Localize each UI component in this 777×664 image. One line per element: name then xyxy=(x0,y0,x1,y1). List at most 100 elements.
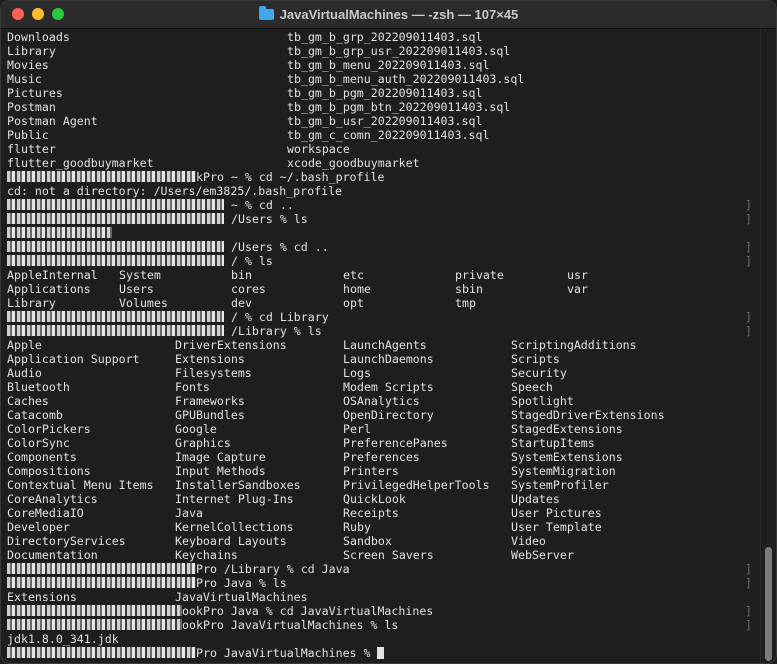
terminal-text: Users xyxy=(119,282,154,296)
terminal-line xyxy=(7,226,754,240)
terminal-line: Movies tb_gm_b_menu_202209011403.sql xyxy=(7,58,754,72)
redacted-prompt xyxy=(7,199,224,210)
terminal-text: Components xyxy=(7,450,77,464)
terminal-text: DirectoryServices xyxy=(7,534,126,548)
terminal-text: Ruby xyxy=(343,520,371,534)
terminal-text: tb_gm_b_usr_202209011403.sql xyxy=(287,114,483,128)
terminal-window: JavaVirtualMachines — -zsh — 107×45 Down… xyxy=(0,0,777,664)
terminal-text: Developer xyxy=(7,520,70,534)
terminal-text: Sandbox xyxy=(343,534,392,548)
terminal-line: Catacomb GPUBundles OpenDirectory StagedDri… xyxy=(7,408,754,422)
terminal-text: PrivilegedHelperTools xyxy=(343,478,490,492)
terminal-line: flutter_goodbuymarket xcode_goodbuymarket xyxy=(7,156,754,170)
terminal-text: Logs xyxy=(343,366,371,380)
command-text: Pro /Library % cd Java xyxy=(196,562,350,576)
terminal-line: ColorSync Graphics PreferencePanes StartupI… xyxy=(7,436,754,450)
command-text: /Users % cd .. xyxy=(224,240,329,254)
terminal-text: Preferences xyxy=(343,450,420,464)
terminal-text: Apple xyxy=(7,338,42,352)
terminal-text: OpenDirectory xyxy=(343,408,434,422)
mark-bracket-icon: ] xyxy=(745,562,752,576)
redacted-prompt xyxy=(7,325,224,336)
terminal-line: Application Support Extensions LaunchDaemo… xyxy=(7,352,754,366)
terminal-text: Screen Savers xyxy=(343,548,434,562)
terminal-text: Audio xyxy=(7,366,42,380)
terminal-text: Pictures xyxy=(7,86,63,100)
terminal-text: bin xyxy=(231,268,252,282)
terminal-text: Postman Agent xyxy=(7,114,98,128)
terminal-line: cd: not a directory: /Users/em3825/.bash… xyxy=(7,184,754,198)
terminal-line: Postman Agent tb_gm_b_usr_202209011403.sq… xyxy=(7,114,754,128)
terminal-text: tb_gm_c_comn_202209011403.sql xyxy=(287,128,490,142)
terminal-line: Library Volumes dev opt tmp xyxy=(7,296,754,310)
terminal-text: tb_gm_b_pgm_202209011403.sql xyxy=(287,86,483,100)
mark-bracket-icon: ] xyxy=(745,198,752,212)
terminal-text: SystemProfiler xyxy=(511,478,609,492)
terminal-text: LaunchAgents xyxy=(343,338,427,352)
terminal-text: Video xyxy=(511,534,546,548)
terminal-text: WebServer xyxy=(511,548,574,562)
terminal-text: Frameworks xyxy=(175,394,245,408)
terminal-line: ColorPickers Google Perl StagedExtensions xyxy=(7,422,754,436)
terminal-line: ookPro JavaVirtualMachines % ls] xyxy=(7,618,754,632)
scrollbar-thumb[interactable] xyxy=(765,547,772,661)
terminal-line: Developer KernelCollections Ruby User Templ… xyxy=(7,520,754,534)
terminal-text: Library xyxy=(7,44,56,58)
command-text: ookPro Java % cd JavaVirtualMachines xyxy=(182,604,434,618)
terminal-text: Spotlight xyxy=(511,394,574,408)
terminal-text: flutter xyxy=(7,142,56,156)
terminal-text: Filesystems xyxy=(175,366,252,380)
terminal-text: tmp xyxy=(455,296,476,310)
vertical-scrollbar[interactable] xyxy=(760,29,776,663)
terminal-line: flutter workspace xyxy=(7,142,754,156)
terminal-text: Graphics xyxy=(175,436,231,450)
terminal-text: Applications xyxy=(7,282,91,296)
terminal-text: sbin xyxy=(455,282,483,296)
terminal-text: User Pictures xyxy=(511,506,602,520)
title-bar: JavaVirtualMachines — -zsh — 107×45 xyxy=(1,1,776,29)
mark-bracket-icon: ] xyxy=(745,212,752,226)
terminal-text: Google xyxy=(175,422,217,436)
terminal-text: jdk1.8.0_341.jdk xyxy=(7,632,119,646)
terminal-text: Music xyxy=(7,72,42,86)
terminal-line: Extensions JavaVirtualMachines xyxy=(7,590,754,604)
terminal-text: Movies xyxy=(7,58,49,72)
mark-bracket-icon: ] xyxy=(745,604,752,618)
terminal-line: kPro ~ % cd ~/.bash_profile xyxy=(7,170,754,184)
terminal-line: Pro JavaVirtualMachines % xyxy=(7,646,754,660)
terminal-line: AppleInternal System bin etc private usr xyxy=(7,268,754,282)
terminal-text: Fonts xyxy=(175,380,210,394)
redacted-prompt xyxy=(7,241,224,252)
terminal-text: SystemMigration xyxy=(511,464,616,478)
terminal-output[interactable]: Downloads tb_gm_b_grp_202209011403.sql Lib… xyxy=(1,29,760,663)
terminal-text: Volumes xyxy=(119,296,168,310)
command-text: / % cd Library xyxy=(224,310,329,324)
terminal-line: Audio Filesystems Logs Security xyxy=(7,366,754,380)
command-text: Pro Java % ls xyxy=(196,576,287,590)
terminal-text: OSAnalytics xyxy=(343,394,420,408)
terminal-text: Documentation xyxy=(7,548,98,562)
terminal-text: DriverExtensions xyxy=(175,338,287,352)
redacted-prompt xyxy=(7,255,224,266)
terminal-text: tb_gm_b_pgm_btn_202209011403.sql xyxy=(287,100,511,114)
command-text: ~ % cd .. xyxy=(224,198,294,212)
redacted-prompt xyxy=(7,619,182,630)
terminal-text: home xyxy=(343,282,371,296)
terminal-text: Postman xyxy=(7,100,56,114)
terminal-line: Caches Frameworks OSAnalytics Spotlight xyxy=(7,394,754,408)
terminal-text: Public xyxy=(7,128,49,142)
window-title-wrap: JavaVirtualMachines — -zsh — 107×45 xyxy=(1,1,776,28)
command-text: ookPro JavaVirtualMachines % ls xyxy=(182,618,399,632)
terminal-line: Music tb_gm_b_menu_auth_202209011403.sql xyxy=(7,72,754,86)
terminal-text: Printers xyxy=(343,464,399,478)
terminal-text: Contextual Menu Items xyxy=(7,478,154,492)
terminal-text: InstallerSandboxes xyxy=(175,478,301,492)
terminal-line: Documentation Keychains Screen Savers WebSe… xyxy=(7,548,754,562)
terminal-text: JavaVirtualMachines xyxy=(175,590,308,604)
terminal-text: Extensions xyxy=(7,590,77,604)
redacted-prompt xyxy=(7,647,196,658)
text-cursor xyxy=(377,647,385,659)
terminal-text: Extensions xyxy=(175,352,245,366)
terminal-line: jdk1.8.0_341.jdk xyxy=(7,632,754,646)
terminal-line: Components Image Capture Preferences System… xyxy=(7,450,754,464)
